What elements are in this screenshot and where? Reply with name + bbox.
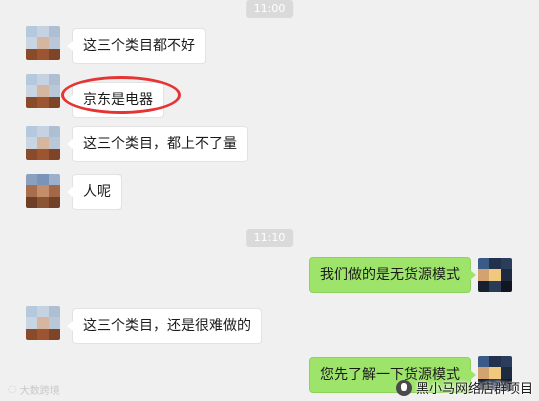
watermark-brand-icon bbox=[395, 379, 412, 396]
highlight-circle bbox=[61, 76, 181, 114]
self-avatar[interactable] bbox=[478, 258, 512, 292]
message-bubble[interactable]: 人呢 bbox=[67, 174, 122, 210]
message-bubble[interactable]: 这三个类目，都上不了量 bbox=[67, 126, 248, 162]
contact-avatar[interactable] bbox=[26, 306, 60, 340]
timestamp: 11:10 bbox=[245, 229, 294, 247]
message-bubble[interactable]: 这三个类目都不好 bbox=[67, 28, 206, 64]
watermark-right: 黑小马网络店群项目 bbox=[395, 378, 533, 397]
contact-avatar[interactable] bbox=[26, 26, 60, 60]
contact-avatar[interactable] bbox=[26, 74, 60, 108]
contact-avatar[interactable] bbox=[26, 174, 60, 208]
watermark-logo-icon: ◌ bbox=[8, 384, 17, 395]
message-bubble[interactable]: 这三个类目，还是很难做的 bbox=[67, 308, 262, 344]
message-bubble[interactable]: 我们做的是无货源模式 bbox=[309, 257, 476, 293]
watermark-left: ◌ 大数跨境 bbox=[8, 384, 60, 397]
timestamp: 11:00 bbox=[245, 0, 294, 18]
contact-avatar[interactable] bbox=[26, 126, 60, 160]
